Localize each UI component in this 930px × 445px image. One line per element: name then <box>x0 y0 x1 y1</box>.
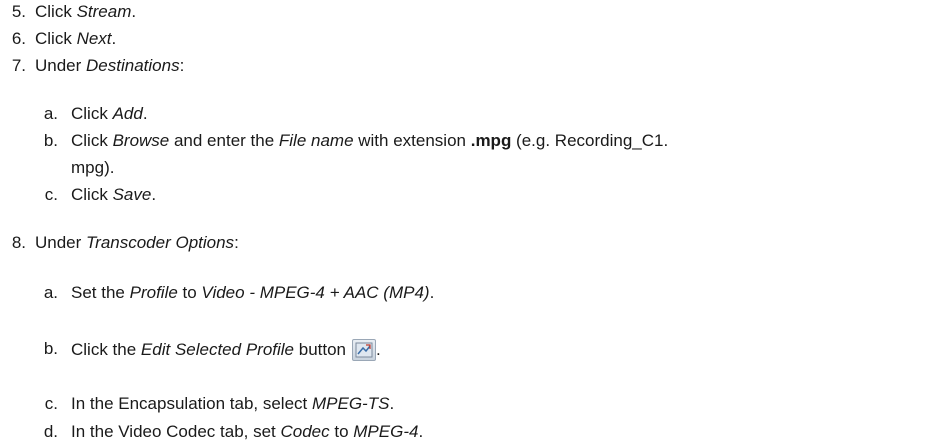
substep-text-emphasis: MPEG-TS <box>312 394 390 413</box>
substep-text-plain: Click <box>71 104 113 123</box>
substep-text-plain: Click <box>71 131 113 150</box>
substep-text: In the Encapsulation tab, select MPEG-TS… <box>71 394 394 414</box>
substep-text-plain: . <box>151 185 157 204</box>
step-text-emphasis: Destinations <box>86 56 180 75</box>
substep-text-plain: Click <box>71 185 113 204</box>
step-text-plain: : <box>179 56 185 75</box>
step-text-plain: Click <box>35 29 77 48</box>
step-number: 5. <box>11 2 26 21</box>
substep-text: Click Save. <box>71 185 156 205</box>
substep-letter: b. <box>43 339 58 358</box>
substep-text-emphasis: Save <box>112 185 152 204</box>
step-text-emphasis: Next <box>76 29 112 48</box>
step-text-plain: Click <box>35 2 77 21</box>
substep-text-plain: . <box>389 394 395 413</box>
substep-text-plain: . <box>376 340 381 359</box>
substep-letter: c. <box>44 394 58 413</box>
substep-text-plain: . <box>418 422 424 441</box>
step-text: Click Next. <box>35 29 116 49</box>
substep-text-emphasis: Video - MPEG-4 + AAC (MP4) <box>201 283 430 302</box>
substep-letter: c. <box>44 185 58 204</box>
step-number: 7. <box>11 56 26 75</box>
step-text: Click Stream. <box>35 2 136 22</box>
substep-letter: d. <box>43 422 58 441</box>
substep-letter: a. <box>43 283 58 302</box>
substep-text-emphasis: Codec <box>280 422 330 441</box>
substep-text-emphasis: Browse <box>112 131 170 150</box>
substep-text-plain: . <box>142 104 148 123</box>
substep-text-emphasis: Add <box>112 104 143 123</box>
edit-profile-icon <box>352 339 377 361</box>
step-number: 8. <box>11 233 26 252</box>
substep-text-wrap: mpg). <box>71 158 115 177</box>
substep-text-plain: Set the <box>71 283 130 302</box>
step-text-plain: . <box>111 29 117 48</box>
substep-text: Click Add. <box>71 104 148 124</box>
step-text-plain: : <box>234 233 239 252</box>
substep-text-plain: (e.g. Recording_C1. <box>511 131 669 150</box>
substep-text: Set the Profile to Video - MPEG-4 + AAC … <box>71 283 434 303</box>
instruction-page: 5. Click Stream. 6. Click Next. 7. Under… <box>0 0 930 445</box>
step-number: 6. <box>11 29 26 48</box>
substep-letter: a. <box>43 104 58 123</box>
substep-text-plain: . <box>429 283 435 302</box>
substep-text-plain: In the Encapsulation tab, select <box>71 394 312 413</box>
substep-text-emphasis: MPEG-4 <box>353 422 419 441</box>
substep-text-plain: In the Video Codec tab, set <box>71 422 281 441</box>
substep-letter: b. <box>43 131 58 150</box>
substep-text-emphasis: File name <box>278 131 354 150</box>
substep-text-plain: button <box>294 340 347 359</box>
substep-text-emphasis: Profile <box>129 283 178 302</box>
substep-text-bold: .mpg <box>470 131 512 150</box>
step-text: Under Transcoder Options: <box>35 233 239 253</box>
step-text: Under Destinations: <box>35 56 184 76</box>
step-text-plain: Under <box>35 56 87 75</box>
step-text-emphasis: Stream <box>76 2 132 21</box>
substep-text-plain: with extension <box>353 131 471 150</box>
substep-text-plain: and enter the <box>169 131 279 150</box>
substep-text-emphasis: Edit Selected Profile <box>140 340 295 359</box>
substep-text-plain: to <box>329 422 354 441</box>
substep-text: Click the Edit Selected Profile button. <box>71 339 381 361</box>
step-text-plain: . <box>131 2 137 21</box>
substep-text-plain: to <box>177 283 202 302</box>
step-text-plain: Under <box>35 233 87 252</box>
substep-text-plain: Click the <box>71 340 141 359</box>
substep-text: Click Browse and enter the File name wit… <box>71 131 668 151</box>
step-text-emphasis: Transcoder Options <box>86 233 235 252</box>
substep-text: In the Video Codec tab, set Codec to MPE… <box>71 422 423 442</box>
